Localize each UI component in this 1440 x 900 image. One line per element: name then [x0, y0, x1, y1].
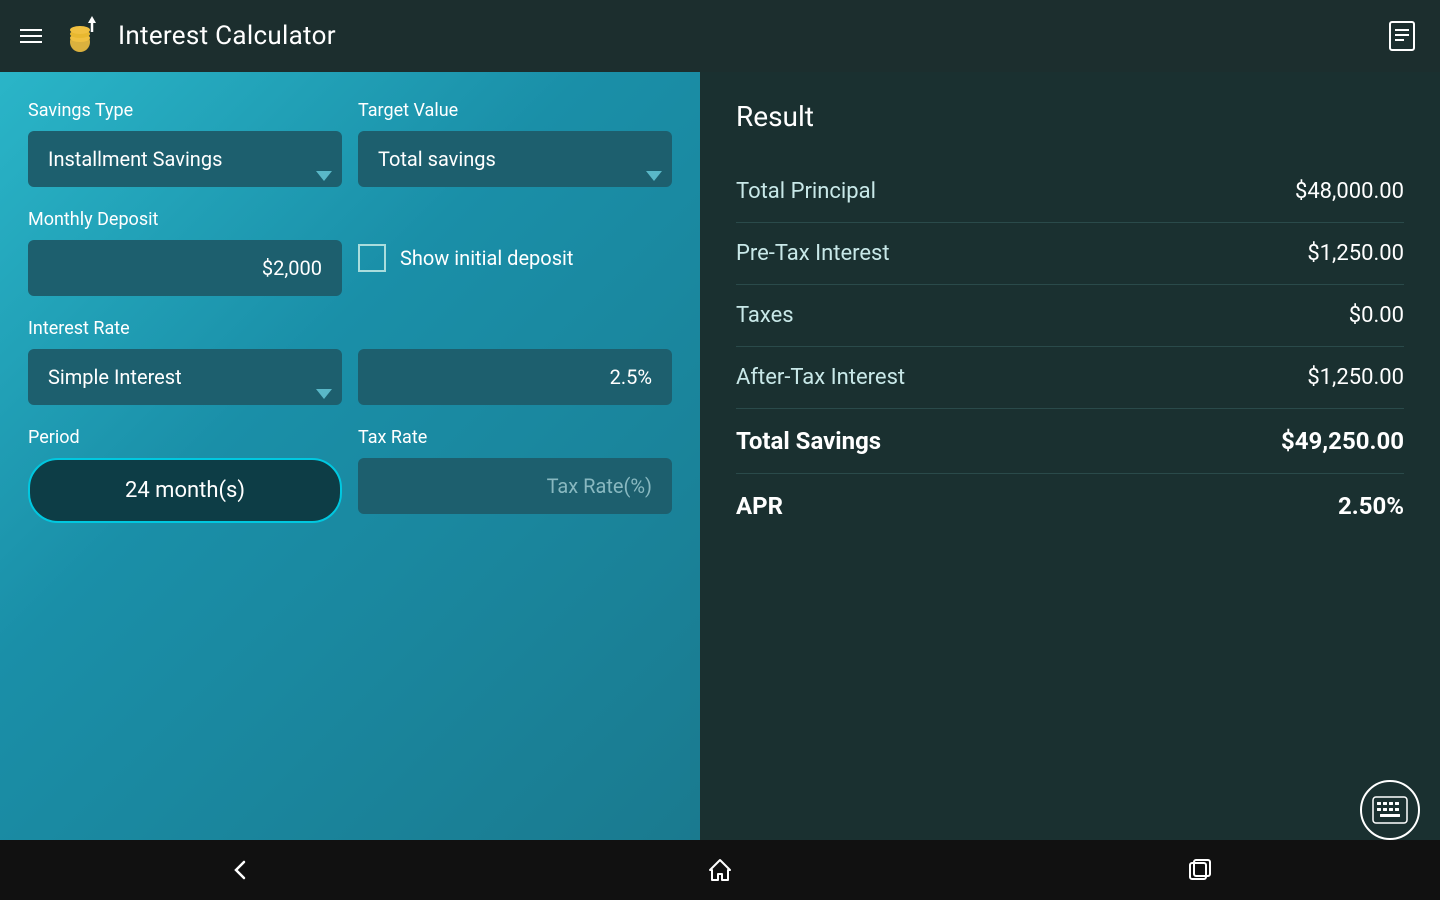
- result-row: Total Principal $48,000.00: [736, 161, 1404, 223]
- period-input[interactable]: 24 month(s): [28, 458, 342, 523]
- interest-rate-value-col: 2.5%: [358, 318, 672, 405]
- result-row-label: Taxes: [736, 303, 794, 328]
- target-value-value: Total savings: [378, 147, 496, 171]
- menu-icon[interactable]: [20, 29, 42, 43]
- app-title: Interest Calculator: [118, 21, 336, 51]
- interest-rate-value-spacer: [358, 318, 672, 339]
- bottom-nav: [0, 840, 1440, 900]
- interest-rate-col: Interest Rate Simple Interest: [28, 318, 342, 405]
- result-row: Pre-Tax Interest $1,250.00: [736, 223, 1404, 285]
- period-tax-row: Period 24 month(s) Tax Rate Tax Rate(%): [28, 427, 672, 523]
- interest-rate-label: Interest Rate: [28, 318, 342, 339]
- interest-rate-type: Simple Interest: [48, 365, 182, 389]
- savings-type-select[interactable]: Installment Savings: [28, 131, 342, 187]
- result-row-value: $48,000.00: [1295, 179, 1404, 204]
- savings-target-row: Savings Type Installment Savings Target …: [28, 100, 672, 187]
- interest-rate-select[interactable]: Simple Interest: [28, 349, 342, 405]
- show-initial-spacer: [358, 209, 672, 230]
- result-row: APR 2.50%: [736, 474, 1404, 538]
- top-bar-left: Interest Calculator: [20, 14, 336, 58]
- target-value-arrow: [646, 171, 662, 181]
- result-row: Total Savings $49,250.00: [736, 409, 1404, 474]
- back-button[interactable]: [196, 846, 284, 894]
- result-row-label: APR: [736, 492, 783, 520]
- monthly-deposit-row: Monthly Deposit $2,000 Show initial depo…: [28, 209, 672, 296]
- savings-type-col: Savings Type Installment Savings: [28, 100, 342, 187]
- period-col: Period 24 month(s): [28, 427, 342, 523]
- keyboard-button[interactable]: [1360, 780, 1420, 840]
- top-bar: Interest Calculator: [0, 0, 1440, 72]
- interest-rate-input[interactable]: 2.5%: [358, 349, 672, 405]
- target-value-select[interactable]: Total savings: [358, 131, 672, 187]
- result-row: After-Tax Interest $1,250.00: [736, 347, 1404, 409]
- monthly-deposit-col: Monthly Deposit $2,000: [28, 209, 342, 296]
- savings-type-arrow: [316, 171, 332, 181]
- right-panel: Result Total Principal $48,000.00 Pre-Tax …: [700, 72, 1440, 840]
- result-title: Result: [736, 100, 1404, 133]
- savings-type-value: Installment Savings: [48, 147, 222, 171]
- interest-rate-row: Interest Rate Simple Interest 2.5%: [28, 318, 672, 405]
- result-row: Taxes $0.00: [736, 285, 1404, 347]
- show-initial-col: Show initial deposit: [358, 209, 672, 296]
- show-initial-deposit-checkbox[interactable]: [358, 244, 386, 272]
- top-bar-right: [1384, 18, 1420, 54]
- result-row-value: $0.00: [1349, 303, 1404, 328]
- period-label: Period: [28, 427, 342, 448]
- monthly-deposit-input[interactable]: $2,000: [28, 240, 342, 296]
- result-row-value: 2.50%: [1338, 492, 1404, 520]
- result-row-label: Total Savings: [736, 427, 881, 455]
- result-row-label: Pre-Tax Interest: [736, 241, 890, 266]
- tax-rate-col: Tax Rate Tax Rate(%): [358, 427, 672, 523]
- target-value-col: Target Value Total savings: [358, 100, 672, 187]
- result-rows: Total Principal $48,000.00 Pre-Tax Interes…: [736, 161, 1404, 538]
- result-row-value: $1,250.00: [1307, 241, 1404, 266]
- home-button[interactable]: [676, 846, 764, 894]
- monthly-deposit-label: Monthly Deposit: [28, 209, 342, 230]
- savings-type-label: Savings Type: [28, 100, 342, 121]
- show-initial-deposit-label: Show initial deposit: [400, 246, 573, 270]
- left-panel: Savings Type Installment Savings Target …: [0, 72, 700, 840]
- report-icon[interactable]: [1384, 18, 1420, 54]
- show-initial-deposit-row: Show initial deposit: [358, 240, 672, 272]
- result-row-label: After-Tax Interest: [736, 365, 905, 390]
- result-row-value: $49,250.00: [1281, 427, 1404, 455]
- interest-rate-arrow: [316, 389, 332, 399]
- app-icon: [58, 14, 102, 58]
- recent-apps-button[interactable]: [1156, 846, 1244, 894]
- main-content: Savings Type Installment Savings Target …: [0, 72, 1440, 840]
- tax-rate-input[interactable]: Tax Rate(%): [358, 458, 672, 514]
- tax-rate-label: Tax Rate: [358, 427, 672, 448]
- result-row-label: Total Principal: [736, 179, 876, 204]
- target-value-label: Target Value: [358, 100, 672, 121]
- result-row-value: $1,250.00: [1307, 365, 1404, 390]
